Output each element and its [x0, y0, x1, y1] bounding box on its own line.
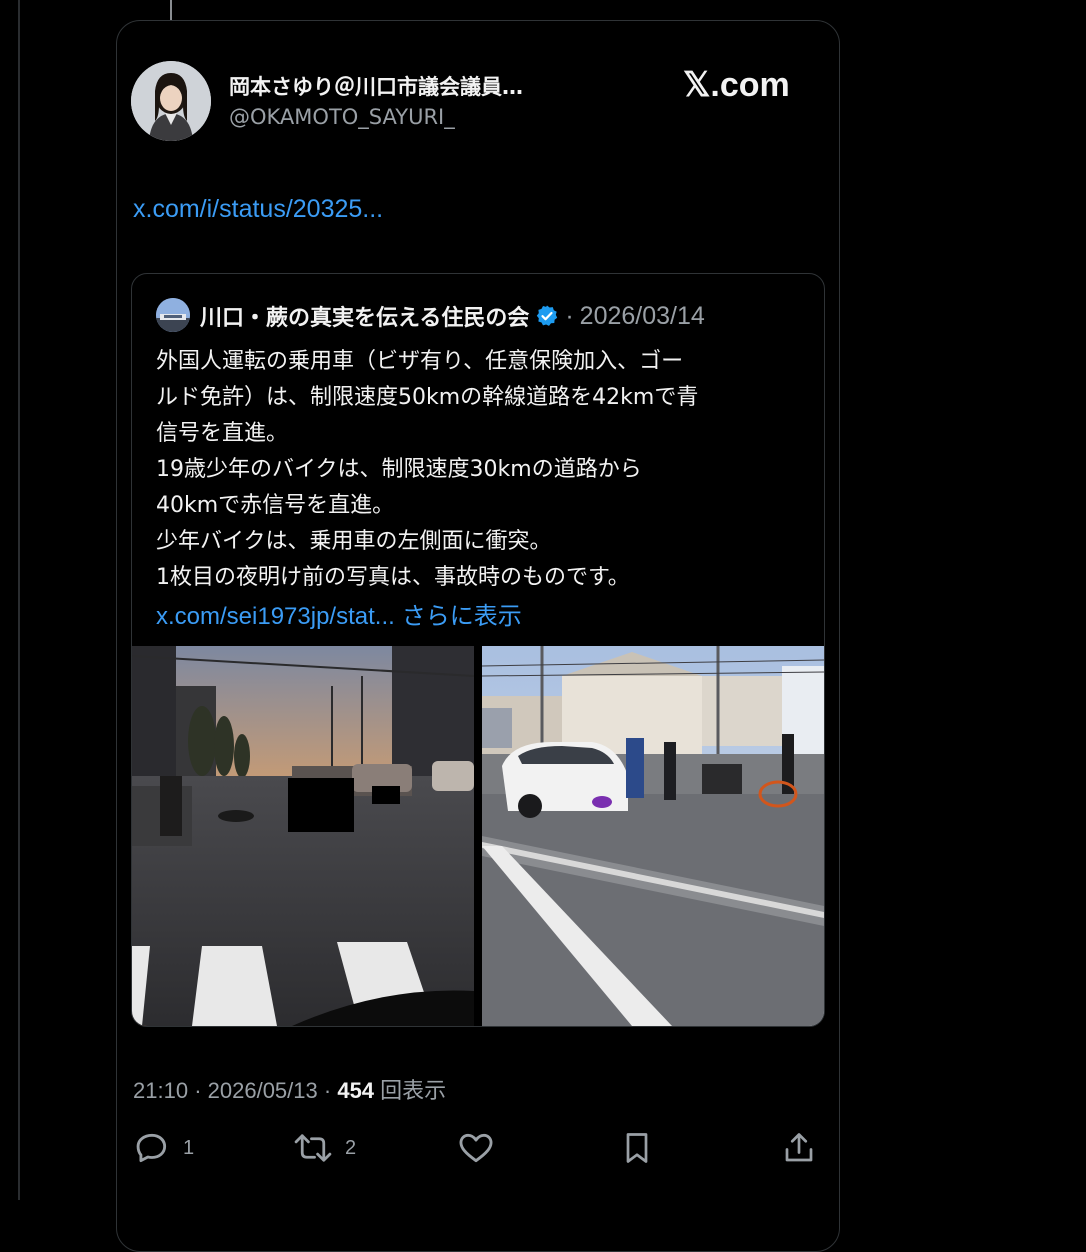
repost-button[interactable]: 2 — [293, 1129, 356, 1167]
reply-count: 1 — [183, 1136, 195, 1159]
quoted-link-row: x.com/sei1973jp/stat... さらに表示 — [156, 596, 522, 631]
quoted-text-line: ルド免許）は、制限速度50kmの幹線道路を42kmで青 — [156, 385, 699, 410]
like-button[interactable] — [457, 1129, 495, 1167]
photo-separator — [474, 646, 482, 1026]
quoted-separator: · — [565, 301, 574, 330]
quoted-date[interactable]: 2026/03/14 — [580, 302, 705, 331]
reply-button[interactable]: 1 — [133, 1129, 194, 1167]
thread-line — [18, 0, 20, 1200]
action-bar: 1 2 — [117, 1129, 839, 1185]
meta-separator: · — [323, 1078, 332, 1103]
accident-photo-daytime[interactable] — [482, 646, 824, 1026]
quoted-text-line: 少年バイクは、乗用車の左側面に衝突。 — [156, 529, 552, 554]
verified-badge-icon — [537, 305, 558, 326]
quoted-header: 川口・蕨の真実を伝える住民の会 · 2026/03/14 — [200, 300, 705, 332]
quoted-avatar[interactable] — [156, 298, 190, 332]
x-site-label: 𝕏.com — [683, 66, 790, 104]
bookmark-button[interactable] — [619, 1129, 655, 1167]
share-button[interactable] — [781, 1129, 817, 1167]
heart-icon — [459, 1133, 493, 1163]
post-time[interactable]: 21:10 — [133, 1078, 188, 1103]
repost-count: 2 — [345, 1136, 357, 1159]
quoted-post[interactable]: 川口・蕨の真実を伝える住民の会 · 2026/03/14 外国人運転の乗用車（ビ… — [131, 273, 825, 1027]
quoted-author-name[interactable]: 川口・蕨の真実を伝える住民の会 — [200, 300, 529, 332]
views-count: 454 — [337, 1078, 375, 1103]
views-label: 回表示 — [380, 1078, 447, 1103]
avatar[interactable] — [131, 61, 211, 141]
author-handle[interactable]: @OKAMOTO_SAYURI_ — [229, 105, 455, 129]
share-icon — [785, 1133, 813, 1162]
status-link[interactable]: x.com/i/status/20325... — [133, 195, 383, 224]
quoted-text-line: 1枚目の夜明け前の写真は、事故時のものです。 — [156, 565, 630, 590]
quoted-source-link[interactable]: x.com/sei1973jp/stat... — [156, 603, 395, 630]
quoted-text-line: 外国人運転の乗用車（ビザ有り、任意保険加入、ゴー — [156, 349, 684, 374]
show-more-link[interactable]: さらに表示 — [402, 603, 522, 630]
bookmark-icon — [626, 1133, 648, 1163]
quoted-text-line: 信号を直進。 — [156, 421, 289, 446]
reply-icon — [136, 1133, 167, 1163]
quoted-text-line: 40kmで赤信号を直進。 — [156, 493, 395, 518]
post-date[interactable]: 2026/05/13 — [208, 1078, 318, 1103]
quoted-text: 外国人運転の乗用車（ビザ有り、任意保険加入、ゴー ルド免許）は、制限速度50km… — [156, 344, 806, 596]
quoted-text-line: 19歳少年のバイクは、制限速度30kmの道路から — [156, 457, 642, 482]
accident-photo-dusk[interactable] — [132, 646, 474, 1026]
repost-icon — [294, 1134, 332, 1162]
post-card[interactable]: 岡本さゆり＠川口市議会議員… @OKAMOTO_SAYURI_ 𝕏.com x.… — [116, 20, 840, 1252]
post-meta: 21:10 · 2026/05/13 · 454 回表示 — [133, 1073, 446, 1105]
author-display-name[interactable]: 岡本さゆり＠川口市議会議員… — [229, 71, 523, 101]
meta-separator: · — [194, 1078, 202, 1103]
